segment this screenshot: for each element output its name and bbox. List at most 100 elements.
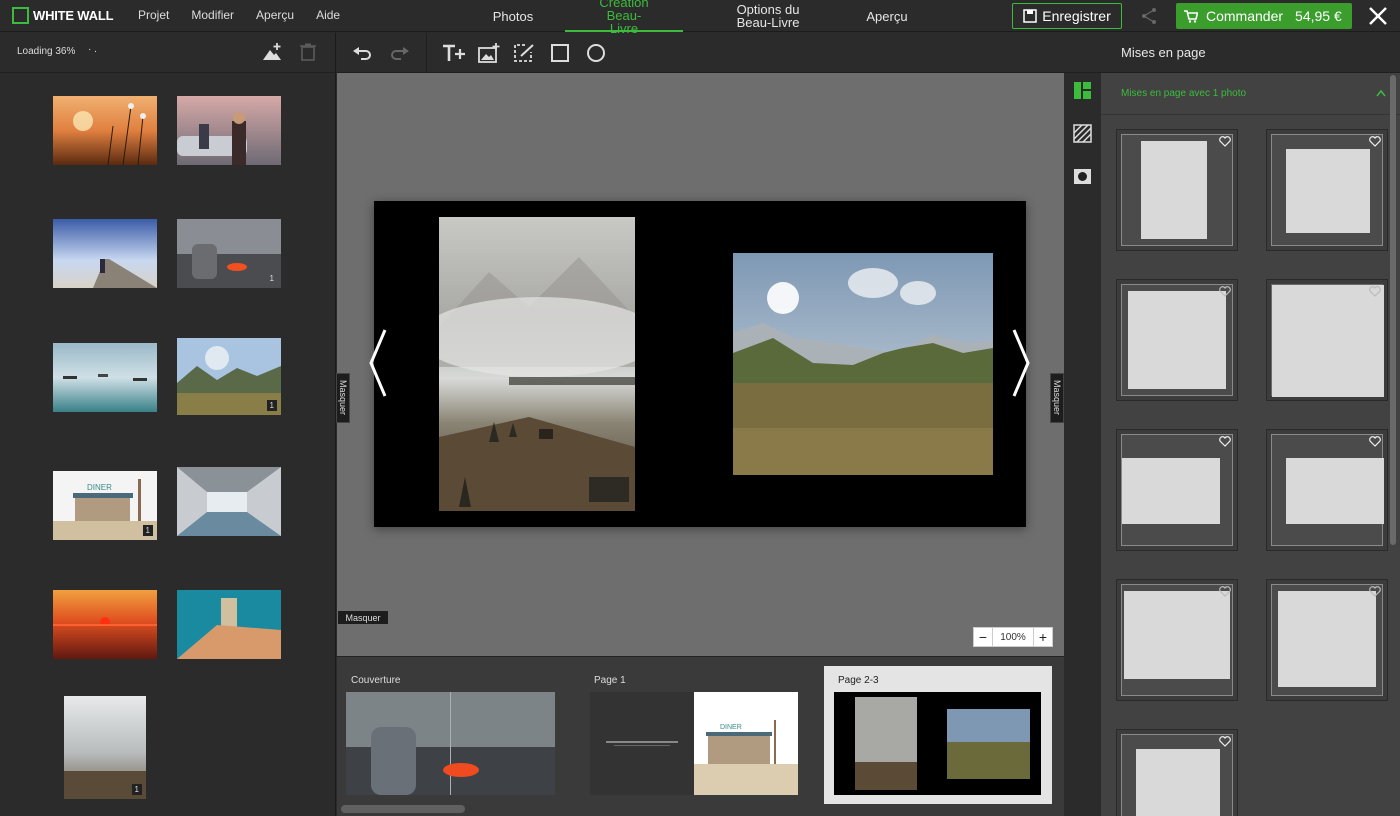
layout-option-4[interactable] [1266, 279, 1388, 401]
layout-option-5[interactable] [1116, 429, 1238, 551]
photo-thumb-misty-hills[interactable]: 1 [64, 696, 146, 799]
toolbar-separator [426, 33, 427, 73]
usage-badge: 1 [269, 274, 274, 283]
page-strip-scrollbar[interactable] [341, 805, 465, 813]
book-spread-page-2-3[interactable] [374, 201, 1026, 527]
logo[interactable]: WHITE WALL [12, 7, 114, 24]
layout-option-1[interactable] [1116, 129, 1238, 251]
undo-icon[interactable] [352, 43, 374, 63]
add-photo-icon[interactable] [262, 42, 282, 62]
panel-icon-strip [1064, 73, 1101, 816]
layout-photo-slot [1286, 149, 1370, 233]
page-thumb-page-1[interactable]: DINER [590, 692, 798, 795]
photo-thumb-mountain-valley[interactable]: 1 [177, 338, 281, 415]
editor-toolbar [337, 33, 1064, 73]
photo-thumb-pier-person[interactable] [53, 219, 157, 288]
save-button[interactable]: Enregistrer [1012, 3, 1122, 29]
layout-option-6[interactable] [1266, 429, 1388, 551]
main-menu: Projet Modifier Aperçu Aide [138, 8, 362, 22]
photo-thumb-volcano-couple[interactable]: 1 [177, 219, 281, 288]
trash-icon[interactable] [300, 43, 316, 61]
editor-canvas-area: Masquer Masquer − 100% + Couverture Page… [336, 33, 1064, 816]
page-thumb-page-2-3[interactable] [834, 692, 1041, 795]
menu-apercu[interactable]: Aperçu [256, 8, 294, 22]
zoom-control: − 100% + [973, 627, 1053, 647]
layout-option-2[interactable] [1266, 129, 1388, 251]
layout-frame [1121, 134, 1233, 246]
favorite-heart-icon[interactable] [1369, 436, 1381, 447]
photo-thumb-sand-room[interactable] [177, 590, 281, 659]
favorite-heart-icon[interactable] [1219, 736, 1231, 747]
layout-option-7[interactable] [1116, 579, 1238, 701]
photo-thumb-red-sunset-sea[interactable] [53, 590, 157, 659]
photo-thumb-couple-car[interactable] [177, 96, 281, 165]
add-text-icon[interactable] [441, 43, 467, 63]
layout-frame [1271, 284, 1384, 397]
favorite-heart-icon[interactable] [1219, 136, 1231, 147]
page-label-couverture: Couverture [351, 675, 401, 686]
zoom-in-button[interactable]: + [1033, 627, 1053, 647]
layout-frame [1271, 134, 1383, 246]
favorite-heart-icon[interactable] [1219, 586, 1231, 597]
layout-option-9[interactable] [1116, 729, 1238, 816]
section-header-one-photo[interactable]: Mises en page avec 1 photo [1101, 73, 1400, 115]
hide-left-panel-tab[interactable]: Masquer [336, 373, 350, 423]
rectangle-icon[interactable] [549, 43, 571, 63]
share-icon[interactable] [1140, 7, 1158, 25]
tab-photos[interactable]: Photos [478, 0, 548, 32]
zoom-out-button[interactable]: − [973, 627, 993, 647]
favorite-heart-icon[interactable] [1219, 436, 1231, 447]
tab-options-beau-livre[interactable]: Options du Beau-Livre [718, 0, 818, 32]
logo-mark-icon [12, 7, 29, 24]
tab-creation-beau-livre[interactable]: Création Beau-Livre [565, 0, 683, 35]
page-strip: Couverture Page 1 DINER Page 2-3 [337, 656, 1064, 816]
top-bar: WHITE WALL Projet Modifier Aperçu Aide P… [0, 0, 1400, 35]
save-label: Enregistrer [1042, 8, 1111, 24]
layout-photo-slot [1141, 141, 1207, 239]
tab-apercu[interactable]: Aperçu [852, 0, 922, 32]
hide-right-panel-tab[interactable]: Masquer [1050, 373, 1064, 423]
page-thumb-couverture[interactable] [346, 692, 555, 795]
photo-thumb-warehouse[interactable] [177, 467, 281, 536]
left-page-photo-misty-hills[interactable] [439, 217, 635, 511]
edit-frame-icon[interactable] [513, 43, 535, 63]
diner-sign-text: DINER [720, 724, 742, 731]
section-title: Mises en page avec 1 photo [1121, 88, 1247, 99]
close-icon[interactable] [1367, 5, 1389, 27]
background-pattern-icon[interactable] [1073, 124, 1092, 143]
photo-thumb-diner[interactable]: DINER 1 [53, 471, 157, 540]
photo-library-panel: Loading 36% · . 1 1 DINER 1 1 [0, 33, 336, 816]
order-label: Commander [1206, 8, 1284, 24]
redo-icon[interactable] [388, 43, 410, 63]
menu-modifier[interactable]: Modifier [191, 8, 234, 22]
add-image-icon[interactable] [478, 43, 500, 63]
next-page-arrow[interactable] [1008, 328, 1032, 398]
favorite-heart-icon[interactable] [1369, 286, 1381, 297]
favorite-heart-icon[interactable] [1369, 586, 1381, 597]
right-page-photo-mountain-valley[interactable] [733, 253, 993, 475]
menu-projet[interactable]: Projet [138, 8, 169, 22]
logo-text: WHITE WALL [33, 8, 114, 23]
masks-icon[interactable] [1073, 167, 1092, 186]
favorite-heart-icon[interactable] [1369, 136, 1381, 147]
usage-badge: 1 [142, 525, 153, 536]
menu-aide[interactable]: Aide [316, 8, 340, 22]
layouts-scrollbar[interactable] [1390, 75, 1396, 545]
photo-thumb-boats-lake[interactable] [53, 343, 157, 412]
layouts-icon[interactable] [1073, 81, 1092, 100]
layout-photo-slot [1278, 591, 1376, 687]
layout-option-8[interactable] [1266, 579, 1388, 701]
hide-page-strip-tab[interactable]: Masquer [338, 611, 388, 624]
layout-frame [1271, 584, 1383, 696]
layouts-panel-title: Mises en page [1121, 45, 1206, 60]
chevron-up-icon[interactable] [1376, 89, 1386, 97]
previous-page-arrow[interactable] [367, 328, 391, 398]
layout-frame [1121, 584, 1233, 696]
order-button[interactable]: Commander 54,95 € [1176, 3, 1352, 29]
favorite-heart-icon[interactable] [1219, 286, 1231, 297]
layouts-panel-header: Mises en page [1064, 33, 1400, 73]
order-price: 54,95 € [1295, 8, 1342, 24]
circle-icon[interactable] [585, 43, 607, 63]
photo-thumb-sunset-flowers[interactable] [53, 96, 157, 165]
layout-option-3[interactable] [1116, 279, 1238, 401]
